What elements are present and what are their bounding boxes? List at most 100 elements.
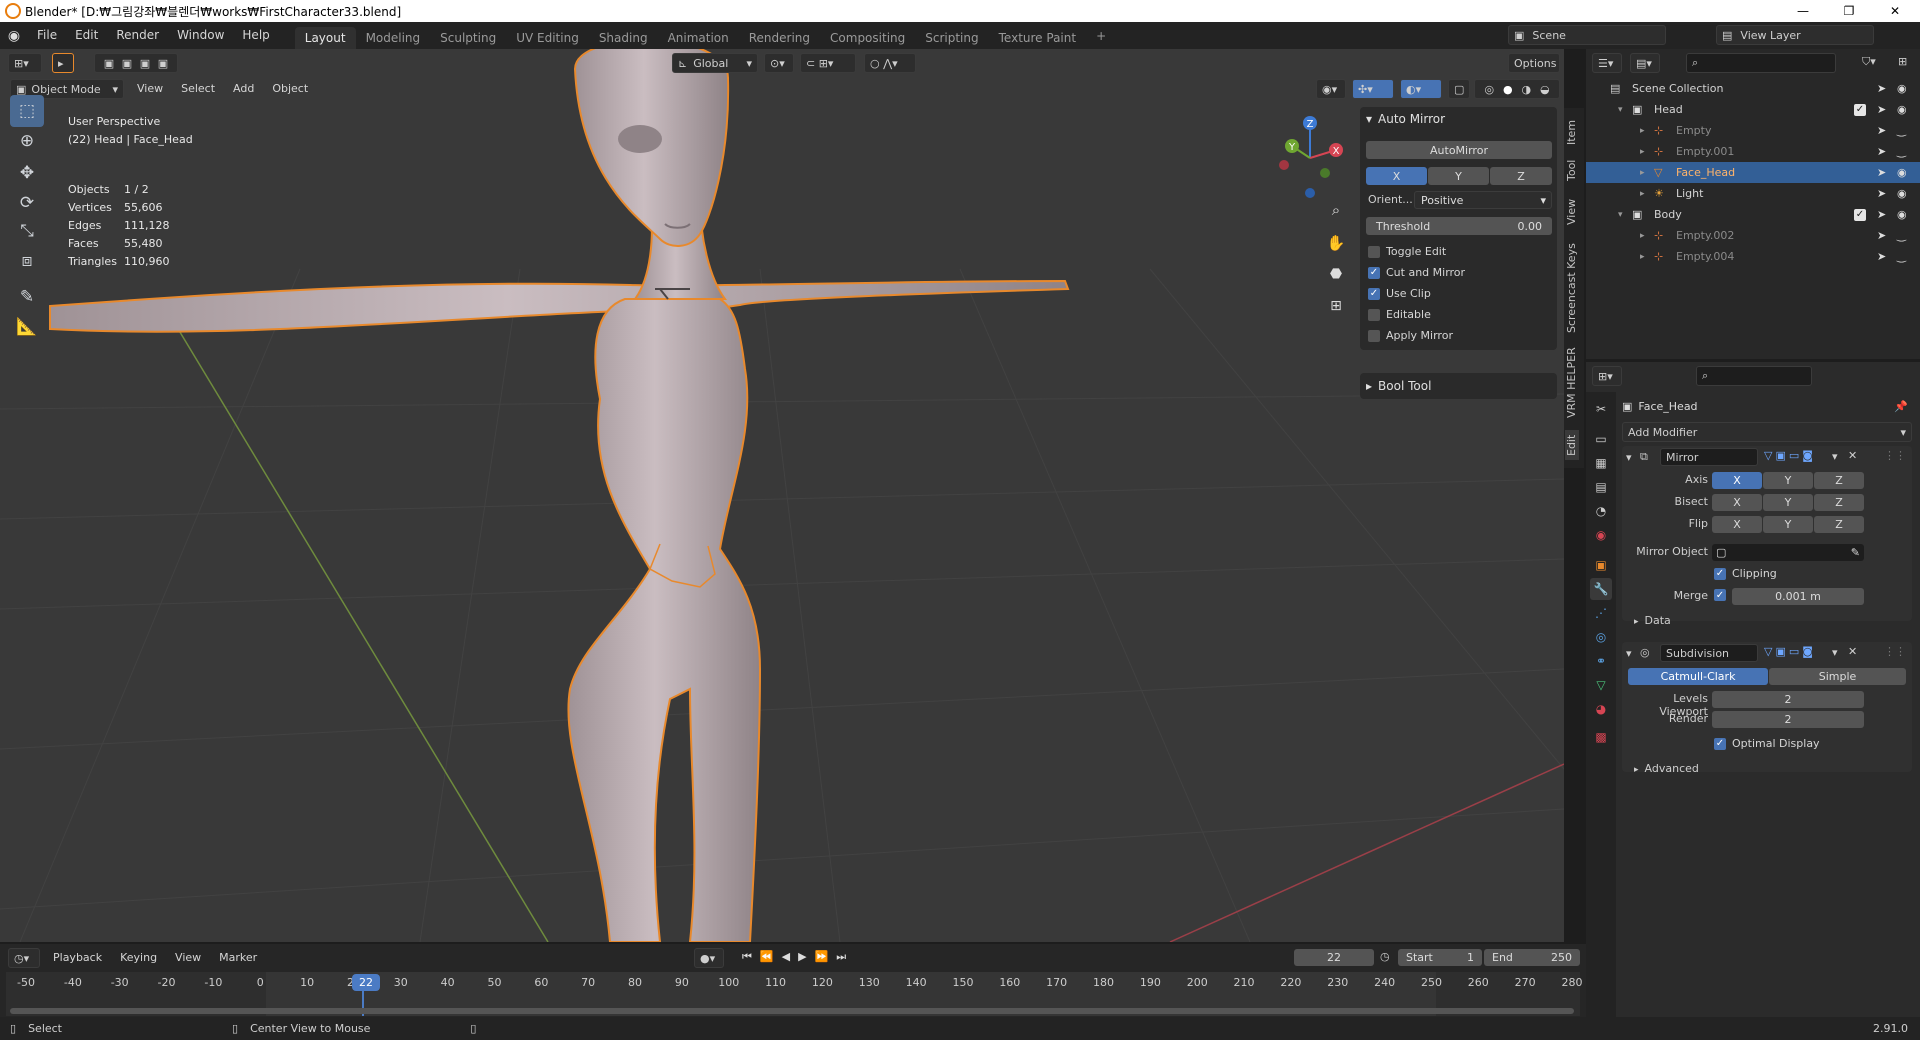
optimal-display-checkbox[interactable]: ✓ Optimal Display xyxy=(1714,737,1820,750)
menu-window[interactable]: Window xyxy=(168,22,233,49)
properties-editor-type[interactable]: ⊞▾ xyxy=(1592,366,1622,386)
flip-y[interactable]: Y xyxy=(1763,516,1813,533)
editor-type-button[interactable]: ⊞▾ xyxy=(8,53,42,73)
navigation-gizmo[interactable]: Z X Y xyxy=(1270,113,1350,203)
bool-tool-header[interactable]: ▸ Bool Tool xyxy=(1366,379,1431,393)
mirror-toggle-icons[interactable]: ▽▣▭◙ xyxy=(1764,449,1816,462)
merge-checkbox[interactable]: ✓ xyxy=(1714,589,1726,601)
proportional-edit-toggle[interactable]: ○ ⋀▾ xyxy=(864,53,916,73)
drag-handle-icon[interactable]: ⋮⋮ xyxy=(1884,645,1906,658)
menu-help[interactable]: Help xyxy=(233,22,278,49)
viewport-menu-object[interactable]: Object xyxy=(263,79,317,99)
scene-properties-icon[interactable]: ◔ xyxy=(1590,500,1612,522)
mirror-axis-x[interactable]: X xyxy=(1712,472,1762,489)
subdivision-toggle-icons[interactable]: ▽▣▭◙ xyxy=(1764,645,1816,658)
tab-texture-paint[interactable]: Texture Paint xyxy=(989,27,1086,49)
tab-sculpting[interactable]: Sculpting xyxy=(430,27,506,49)
timeline-menu-view[interactable]: View xyxy=(166,948,210,968)
outliner-label[interactable]: Face_Head xyxy=(1676,166,1735,179)
simple-button[interactable]: Simple xyxy=(1769,668,1906,685)
pin-icon[interactable]: 📌 xyxy=(1894,400,1908,413)
timeline-menu-playback[interactable]: Playback xyxy=(44,948,111,968)
axis-y-button[interactable]: Y xyxy=(1428,167,1489,185)
levels-viewport-field[interactable]: 2 xyxy=(1712,691,1864,708)
outliner-row-empty-002[interactable]: ▸ ⊹ Empty.002 ➤ ‿ xyxy=(1586,225,1920,246)
outliner-search[interactable]: ⌕ xyxy=(1686,53,1836,73)
outliner-row-empty-001[interactable]: ▸ ⊹ Empty.001 ➤ ‿ xyxy=(1586,141,1920,162)
add-workspace-button[interactable]: + xyxy=(1086,25,1116,47)
outliner-label[interactable]: Empty.004 xyxy=(1676,250,1734,263)
pivot-dropdown[interactable]: ⊙▾ xyxy=(764,53,794,73)
tab-compositing[interactable]: Compositing xyxy=(820,27,915,49)
bisect-z[interactable]: Z xyxy=(1814,494,1864,511)
close-button[interactable]: ✕ xyxy=(1872,0,1918,22)
select-arrow-icon[interactable]: ➤ xyxy=(1877,82,1886,95)
menu-file[interactable]: File xyxy=(28,22,66,49)
eye-closed-icon[interactable]: ‿ xyxy=(1897,250,1906,263)
particles-properties-icon[interactable]: ⋰ xyxy=(1590,602,1612,624)
chevron-right-icon[interactable]: ▸ xyxy=(1640,189,1654,199)
eye-closed-icon[interactable]: ‿ xyxy=(1897,124,1906,137)
view-layer-selector[interactable]: ▤ View Layer xyxy=(1716,25,1874,45)
zoom-view-icon[interactable]: ⌕ xyxy=(1325,201,1347,223)
chevron-down-icon[interactable]: ▾ xyxy=(1832,646,1838,659)
select-box-icon[interactable]: ⬚ xyxy=(10,95,44,127)
mirror-axis-y[interactable]: Y xyxy=(1763,472,1813,489)
blender-menu-icon[interactable]: ◉ xyxy=(0,28,28,44)
bisect-x[interactable]: X xyxy=(1712,494,1762,511)
auto-keying-toggle[interactable]: ●▾ xyxy=(694,948,724,968)
chevron-down-icon[interactable]: ▾ xyxy=(1626,451,1632,464)
modifier-properties-icon[interactable]: 🔧 xyxy=(1590,578,1612,600)
drag-handle-icon[interactable]: ⋮⋮ xyxy=(1884,449,1906,462)
bisect-y[interactable]: Y xyxy=(1763,494,1813,511)
tab-vrm-helper[interactable]: VRM HELPER xyxy=(1565,346,1579,420)
annotate-icon[interactable]: ✎ xyxy=(10,281,44,313)
subdivision-modifier-name[interactable]: Subdivision xyxy=(1660,644,1758,662)
mesh-data-properties-icon[interactable]: ▽ xyxy=(1590,674,1612,696)
tab-layout[interactable]: Layout xyxy=(294,27,356,49)
chevron-right-icon[interactable]: ▸ xyxy=(1640,126,1654,136)
advanced-subpanel[interactable]: ▸ Advanced xyxy=(1634,762,1699,775)
chevron-down-icon[interactable]: ▾ xyxy=(1618,210,1632,220)
render-levels-field[interactable]: 2 xyxy=(1712,711,1864,728)
scale-icon[interactable]: ⤡ xyxy=(10,215,44,247)
visibility-dropdown[interactable]: ◉▾ xyxy=(1316,79,1346,99)
checkbox-toggle-edit[interactable]: Toggle Edit xyxy=(1368,245,1446,258)
tab-item[interactable]: Item xyxy=(1565,115,1579,149)
chevron-down-icon[interactable]: ▾ xyxy=(1626,647,1632,660)
scene-selector[interactable]: ▣ Scene xyxy=(1508,25,1666,45)
measure-icon[interactable]: 📐 xyxy=(10,311,44,343)
eye-closed-icon[interactable]: ‿ xyxy=(1897,229,1906,242)
mirror-axis-z[interactable]: Z xyxy=(1814,472,1864,489)
snap-toggle[interactable]: ⊂ ⊞▾ xyxy=(800,53,856,73)
play-reverse-icon[interactable]: ◀ xyxy=(782,950,790,964)
tab-animation[interactable]: Animation xyxy=(658,27,739,49)
exclude-checkbox[interactable]: ✓ xyxy=(1854,103,1866,116)
chevron-right-icon[interactable]: ▸ xyxy=(1640,252,1654,262)
outliner-label[interactable]: Scene Collection xyxy=(1632,82,1723,95)
outliner-row-scene-collection[interactable]: ▤ Scene Collection ➤ ◉ xyxy=(1586,78,1920,99)
select-arrow-icon[interactable]: ➤ xyxy=(1877,166,1886,179)
outliner-row-face-head[interactable]: ▸ ▽ Face_Head ➤ ◉ xyxy=(1586,162,1920,183)
chevron-right-icon[interactable]: ▸ xyxy=(1640,231,1654,241)
checkbox-cut-and-mirror[interactable]: ✓ Cut and Mirror xyxy=(1368,266,1465,279)
select-arrow-icon[interactable]: ➤ xyxy=(1877,250,1886,263)
outliner-row-head[interactable]: ▾ ▣ Head ✓ ➤ ◉ xyxy=(1586,99,1920,120)
threshold-field[interactable]: Threshold 0.00 xyxy=(1366,217,1552,235)
shading-modes[interactable]: ◎ ● ◑ ◒ xyxy=(1474,79,1560,99)
select-mode-box[interactable]: ▸ xyxy=(52,53,74,73)
pan-view-icon[interactable]: ✋ xyxy=(1325,234,1347,256)
viewport-menu-view[interactable]: View xyxy=(128,79,172,99)
ortho-toggle-icon[interactable]: ⊞ xyxy=(1325,298,1347,320)
exclude-checkbox[interactable]: ✓ xyxy=(1854,208,1866,221)
tab-uv-editing[interactable]: UV Editing xyxy=(506,27,589,49)
view-layer-properties-icon[interactable]: ▤ xyxy=(1590,476,1612,498)
tab-rendering[interactable]: Rendering xyxy=(739,27,820,49)
select-arrow-icon[interactable]: ➤ xyxy=(1877,103,1886,116)
start-frame-field[interactable]: Start 1 xyxy=(1398,949,1482,966)
outliner-label[interactable]: Head xyxy=(1654,103,1683,116)
outliner-label[interactable]: Light xyxy=(1676,187,1703,200)
tab-screencast-keys[interactable]: Screencast Keys xyxy=(1565,240,1579,336)
tool-settings-icon[interactable]: ✂ xyxy=(1590,398,1612,420)
chevron-down-icon[interactable]: ▾ xyxy=(1618,105,1632,115)
